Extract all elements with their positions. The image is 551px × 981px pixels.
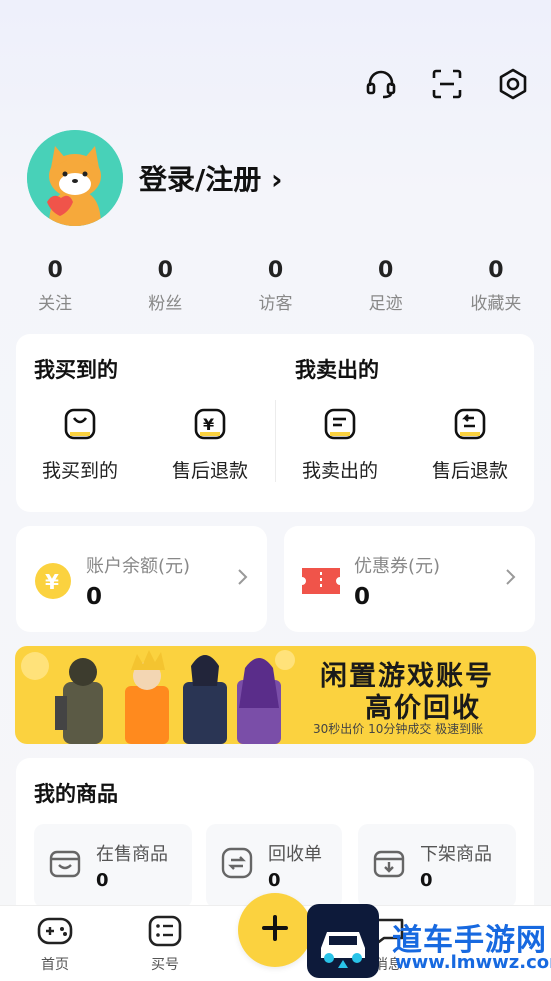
goods-label: 在售商品 (96, 844, 168, 865)
stat-favorites[interactable]: 0 收藏夹 (441, 258, 551, 314)
goods-section-title: 我的商品 (34, 782, 118, 806)
goods-value: 0 (268, 870, 281, 891)
watermark-logo (307, 904, 379, 978)
order-item-label: 我卖出的 (301, 460, 378, 482)
stat-label: 访客 (258, 294, 293, 314)
tab-label: 买号 (151, 957, 179, 973)
goods-label: 下架商品 (420, 844, 492, 865)
stats-row: 0 关注 0 粉丝 0 访客 0 足迹 0 收藏夹 (0, 258, 551, 314)
stat-value: 0 (378, 258, 394, 283)
recycle-icon (220, 846, 254, 884)
sold-section-title: 我卖出的 (295, 358, 379, 382)
divider (275, 400, 276, 482)
recycle-promo-banner[interactable]: 闲置游戏账号 高价回收 30秒出价 10分钟成交 极速到账 (15, 646, 536, 744)
bought-section-title: 我买到的 (34, 358, 118, 382)
avatar[interactable] (27, 130, 123, 226)
goods-on-sale[interactable]: 在售商品 0 (34, 824, 192, 908)
scan-icon[interactable] (429, 66, 465, 102)
gamepad-icon (36, 917, 74, 952)
chevron-right-icon (505, 568, 517, 590)
stat-footprint[interactable]: 0 足迹 (331, 258, 441, 314)
stat-value: 0 (157, 258, 173, 283)
coupon-icon (300, 564, 342, 602)
svg-text:¥: ¥ (203, 415, 214, 434)
box-down-icon (372, 846, 406, 884)
balance-card[interactable]: ¥ 账户余额(元) 0 (16, 526, 267, 632)
sold-list-icon (322, 408, 358, 446)
watermark-url: www.lmwwz.com (395, 952, 551, 973)
stat-label: 粉丝 (148, 294, 183, 314)
game-characters-illustration (21, 650, 295, 744)
yuan-coin-icon: ¥ (34, 562, 72, 604)
shop-bag-icon (48, 846, 82, 884)
stat-label: 关注 (38, 294, 73, 314)
goods-label: 回收单 (268, 844, 322, 865)
tab-buy[interactable]: 买号 (125, 914, 205, 974)
stat-visitors[interactable]: 0 访客 (220, 258, 330, 314)
stat-fans[interactable]: 0 粉丝 (110, 258, 220, 314)
stat-value: 0 (488, 258, 504, 283)
headset-icon[interactable] (363, 66, 399, 102)
balance-label: 账户余额(元) (86, 556, 191, 577)
orders-card: 我买到的 我卖出的 我买到的 ¥ 售后退款 我卖出的 售后退款 (16, 334, 534, 512)
order-bought-refund-item[interactable]: ¥ 售后退款 (155, 406, 265, 483)
yuan-refund-icon: ¥ (192, 408, 228, 446)
coupon-label: 优惠券(元) (354, 556, 441, 577)
settings-icon[interactable] (495, 66, 531, 102)
tab-home[interactable]: 首页 (15, 914, 95, 974)
order-item-label: 我买到的 (41, 460, 118, 482)
svg-text:¥: ¥ (45, 570, 59, 594)
list-icon (147, 915, 183, 952)
bag-icon (62, 408, 98, 446)
stat-value: 0 (47, 258, 63, 283)
tab-label: 首页 (41, 957, 69, 973)
stat-follow[interactable]: 0 关注 (0, 258, 110, 314)
balance-value: 0 (86, 584, 103, 610)
order-sold-refund-item[interactable]: 售后退款 (415, 406, 525, 483)
order-item-label: 售后退款 (171, 460, 248, 482)
coupon-card[interactable]: 优惠券(元) 0 (284, 526, 535, 632)
chevron-right-icon (237, 568, 249, 590)
goods-value: 0 (420, 870, 433, 891)
return-icon (452, 408, 488, 446)
plus-icon (260, 913, 290, 947)
stat-value: 0 (267, 258, 284, 283)
order-item-label: 售后退款 (431, 460, 508, 482)
order-bought-item[interactable]: 我买到的 (25, 406, 135, 483)
banner-subtitle: 30秒出价 10分钟成交 极速到账 (313, 722, 484, 736)
stat-label: 足迹 (368, 294, 403, 314)
top-toolbar (363, 66, 531, 102)
stat-label: 收藏夹 (470, 294, 522, 314)
goods-value: 0 (96, 870, 109, 891)
order-sold-item[interactable]: 我卖出的 (285, 406, 395, 483)
goods-off-shelf[interactable]: 下架商品 0 (358, 824, 516, 908)
login-register-link[interactable]: 登录/注册 › (139, 158, 283, 198)
publish-plus-button[interactable] (238, 893, 312, 967)
coupon-value: 0 (354, 584, 371, 610)
profile-header[interactable]: 登录/注册 › (27, 130, 283, 226)
